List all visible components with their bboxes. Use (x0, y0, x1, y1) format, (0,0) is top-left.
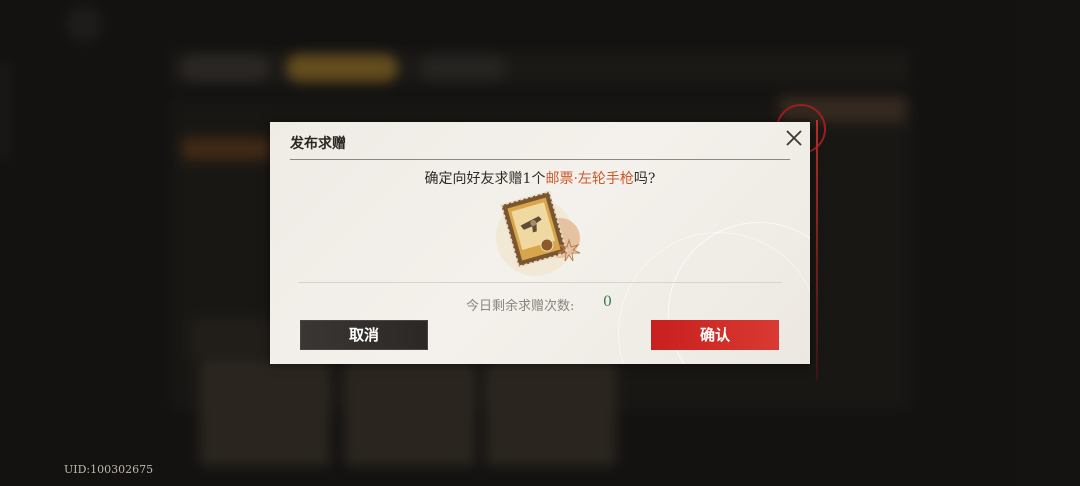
decor-red-line (816, 120, 818, 380)
confirm-message: 确定向好友求赠1个邮票·左轮手枪吗? (270, 168, 810, 188)
remaining-label: 今日剩余求赠次数: (466, 299, 575, 314)
dialog-title: 发布求赠 (290, 136, 346, 152)
remaining-count: 0 (603, 294, 612, 310)
cancel-button[interactable]: 取消 (300, 320, 428, 350)
close-icon[interactable] (784, 128, 804, 148)
content-divider (298, 282, 782, 283)
request-gift-dialog: 发布求赠 确定向好友求赠1个邮票·左轮手枪吗? 今日剩余求赠次数: 0 取消 确… (270, 122, 810, 364)
item-display (482, 190, 602, 280)
uid-label: UID:100302675 (64, 463, 154, 476)
message-suffix: 吗? (633, 171, 656, 187)
message-prefix: 确定向好友求赠1个 (424, 171, 546, 187)
maple-leaf-icon (557, 238, 581, 262)
item-name: 邮票·左轮手枪 (545, 171, 634, 187)
title-divider (290, 159, 790, 160)
confirm-button[interactable]: 确认 (651, 320, 779, 350)
